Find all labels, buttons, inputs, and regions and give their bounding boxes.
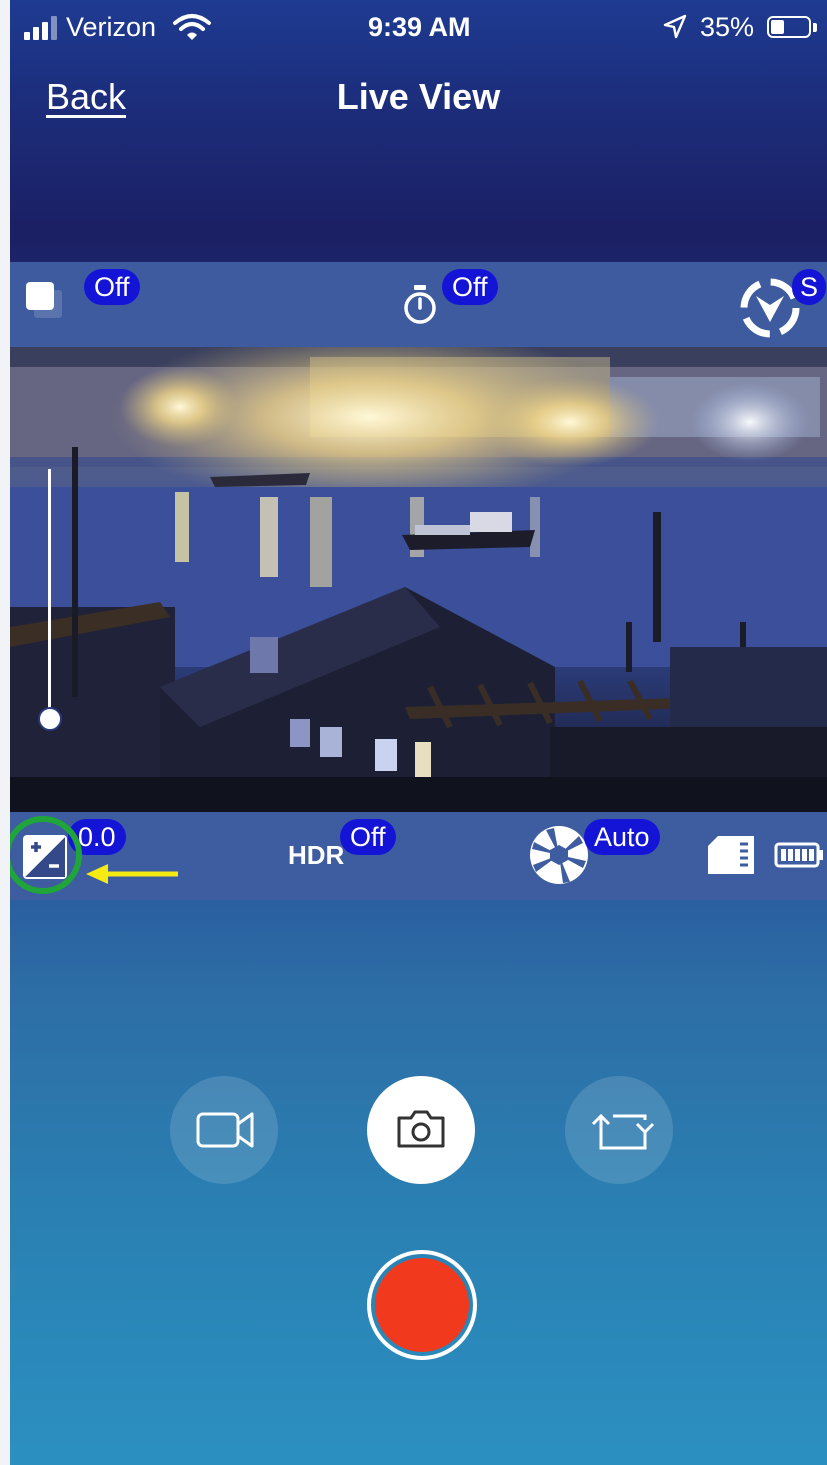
- signal-bars-icon: [24, 16, 60, 40]
- status-time: 9:39 AM: [368, 12, 471, 42]
- timer-value[interactable]: Off: [442, 269, 498, 305]
- back-button[interactable]: Back: [46, 76, 126, 118]
- exposure-slider-track[interactable]: [48, 469, 51, 719]
- hdr-label: HDR: [288, 840, 345, 870]
- aperture-value[interactable]: Auto: [584, 819, 660, 855]
- hdr-value[interactable]: Off: [340, 819, 396, 855]
- photo-mode-button[interactable]: [367, 1076, 475, 1184]
- camera-battery-icon: [774, 842, 823, 868]
- shutter-icon: [375, 1258, 469, 1352]
- switch-camera-icon: [591, 1113, 655, 1150]
- video-mode-icon: [196, 1112, 254, 1148]
- app-screen: Verizon 9:39 AM 35% Live View Back Off O…: [10, 0, 827, 1465]
- live-view-preview[interactable]: [10, 347, 827, 812]
- yellow-arrow-icon: [86, 864, 178, 884]
- switch-camera-button[interactable]: [565, 1076, 673, 1184]
- mode-value[interactable]: S: [792, 269, 827, 305]
- top-settings-bar: Off Off S: [10, 262, 827, 347]
- self-timer-icon[interactable]: [400, 284, 440, 326]
- drive-mode-icon[interactable]: [24, 280, 72, 328]
- wifi-icon: [173, 14, 211, 40]
- harbor-scene-image: [10, 347, 827, 812]
- aperture-icon[interactable]: [528, 824, 590, 886]
- carrier-name: Verizon: [66, 12, 157, 42]
- exposure-slider-thumb[interactable]: [38, 707, 62, 731]
- drive-mode-value[interactable]: Off: [84, 269, 140, 305]
- battery-percent: 35%: [700, 12, 755, 42]
- photo-mode-icon: [397, 1110, 445, 1148]
- status-bar: Verizon 9:39 AM 35%: [10, 0, 827, 58]
- sd-card-icon: [708, 836, 754, 874]
- page-title: Live View: [336, 76, 501, 117]
- video-mode-button[interactable]: [170, 1076, 278, 1184]
- shutter-button[interactable]: [367, 1250, 477, 1360]
- battery-icon: [767, 16, 819, 42]
- location-arrow-icon: [663, 14, 687, 39]
